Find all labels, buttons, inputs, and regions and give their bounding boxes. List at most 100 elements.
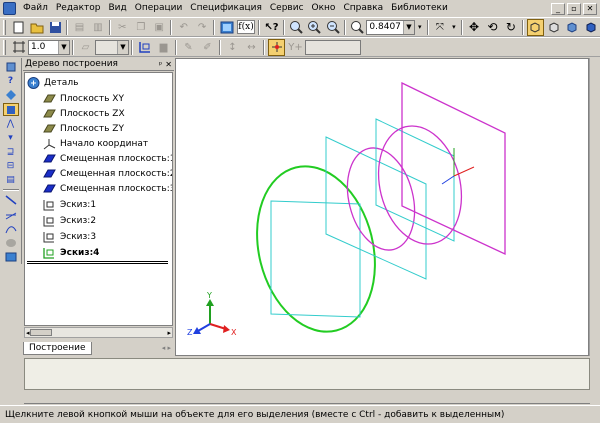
- tree-item-sketch-1[interactable]: Эскиз:1: [43, 197, 96, 212]
- save-icon[interactable]: [47, 19, 63, 36]
- scroll-thumb[interactable]: [29, 329, 52, 336]
- tab-construction[interactable]: Построение: [23, 341, 92, 355]
- menu-operations[interactable]: Операции: [131, 1, 187, 16]
- tree-horizontal-scrollbar[interactable]: ◂ ▸: [24, 327, 173, 338]
- layer-icon[interactable]: ▱: [77, 39, 94, 56]
- spec-icon[interactable]: ⊟: [3, 160, 19, 172]
- pin-icon[interactable]: ᵖ: [159, 60, 162, 69]
- zoom-dropdown-icon[interactable]: ▾: [416, 19, 424, 36]
- tree-item-sketch-3[interactable]: Эскиз:3: [43, 229, 96, 244]
- fx-icon[interactable]: f(x): [236, 20, 256, 34]
- tree-item-plane-xy[interactable]: Плоскость XY: [43, 91, 124, 106]
- menu-service[interactable]: Сервис: [266, 1, 308, 16]
- zoom-combo[interactable]: 0.8407 ▼: [366, 19, 415, 35]
- layer-combo[interactable]: ▼: [95, 39, 129, 55]
- geometry-icon[interactable]: [3, 61, 19, 73]
- sketch-1-square[interactable]: [270, 200, 361, 318]
- refresh-icon[interactable]: ↻: [503, 19, 519, 36]
- reports-icon[interactable]: ▤: [3, 174, 19, 186]
- snap-icon[interactable]: [268, 38, 285, 56]
- chevron-down-icon[interactable]: ▼: [58, 40, 69, 54]
- tree-root[interactable]: Деталь: [27, 75, 78, 90]
- step-combo[interactable]: 1.0 ▼: [28, 39, 70, 55]
- toolbar-grip[interactable]: [3, 39, 6, 55]
- redo-icon[interactable]: ↷: [194, 19, 210, 36]
- coordinate-x-icon[interactable]: ↕: [224, 39, 241, 56]
- print-icon[interactable]: ▤: [71, 19, 87, 36]
- model-drawing[interactable]: [176, 59, 590, 357]
- zoom-scale-icon[interactable]: [349, 19, 365, 36]
- edit-tools-icon[interactable]: [2, 103, 19, 116]
- tree-item-offset-plane-2[interactable]: Смещенная плоскость:2: [43, 166, 172, 181]
- paste-icon[interactable]: ▣: [151, 19, 167, 36]
- coordinates-field[interactable]: [305, 39, 361, 55]
- cut-icon[interactable]: ✂: [114, 19, 130, 36]
- panel-close-icon[interactable]: ✕: [165, 60, 172, 69]
- symbols-icon[interactable]: [3, 89, 19, 101]
- perspective-icon[interactable]: [582, 19, 598, 36]
- coordinates-icon[interactable]: Y+: [287, 39, 304, 56]
- zoom-out-icon[interactable]: [325, 19, 341, 36]
- sketch-mode-icon[interactable]: [136, 39, 153, 56]
- tree-item-origin[interactable]: Начало координат: [43, 136, 148, 151]
- select-icon[interactable]: ⊒: [3, 146, 19, 158]
- dimensions-icon[interactable]: ?: [3, 75, 19, 87]
- chevron-down-icon[interactable]: ▼: [117, 40, 128, 54]
- menu-view[interactable]: Вид: [104, 1, 130, 16]
- preview-icon[interactable]: ▥: [90, 19, 106, 36]
- new-file-icon[interactable]: [10, 19, 26, 36]
- viewport-vertical-scrollbar[interactable]: [589, 58, 600, 356]
- construction-tree[interactable]: Деталь Плоскость XY Плоскость ZX Плоскос…: [24, 72, 173, 326]
- library-icon[interactable]: [3, 251, 19, 263]
- menu-file[interactable]: Файл: [19, 1, 52, 16]
- pan-icon[interactable]: ✥: [466, 19, 482, 36]
- undo-icon[interactable]: ↶: [175, 19, 191, 36]
- rotate-icon[interactable]: ⟲: [484, 19, 500, 36]
- operation-icon[interactable]: ▆: [155, 39, 172, 56]
- tree-item-plane-zx[interactable]: Плоскость ZX: [43, 106, 125, 121]
- scroll-right-icon[interactable]: ▸: [167, 329, 171, 337]
- app-icon[interactable]: [3, 2, 16, 15]
- menu-help[interactable]: Справка: [339, 1, 387, 16]
- auxiliary-line-icon[interactable]: [3, 209, 19, 221]
- menu-specification[interactable]: Спецификация: [186, 1, 266, 16]
- tree-item-sketch-4[interactable]: Эскиз:4: [43, 245, 99, 260]
- menu-editor[interactable]: Редактор: [52, 1, 105, 16]
- tree-item-sketch-2[interactable]: Эскиз:2: [43, 213, 96, 228]
- orientation-dropdown-icon[interactable]: ▾: [450, 19, 458, 36]
- line-tool-icon[interactable]: [3, 194, 19, 206]
- orientation-icon[interactable]: ⤧: [432, 19, 448, 36]
- sketch-3-shape[interactable]: [367, 117, 474, 253]
- wireframe-view-icon[interactable]: [527, 18, 544, 36]
- minimize-button[interactable]: _: [551, 2, 565, 15]
- open-folder-icon[interactable]: [28, 19, 44, 36]
- model-viewport[interactable]: Y X Z: [175, 58, 589, 356]
- help-cursor-icon[interactable]: ↖?: [263, 19, 279, 36]
- zoom-in-icon[interactable]: [306, 19, 322, 36]
- edit-icon[interactable]: ✎: [180, 39, 197, 56]
- tree-item-plane-zy[interactable]: Плоскость ZY: [43, 121, 124, 136]
- menu-libraries[interactable]: Библиотеки: [387, 1, 452, 16]
- spline-icon[interactable]: [3, 223, 19, 235]
- chevron-down-icon[interactable]: ▼: [402, 20, 414, 34]
- variables-icon[interactable]: [218, 19, 234, 36]
- menu-window[interactable]: Окно: [308, 1, 340, 16]
- hidden-lines-icon[interactable]: [546, 19, 562, 36]
- grid-step-icon[interactable]: [10, 39, 27, 56]
- tab-scroll-icon[interactable]: ◂ ▸: [162, 344, 174, 352]
- parameters-icon[interactable]: ✐: [199, 39, 216, 56]
- tree-item-offset-plane-1[interactable]: Смещенная плоскость:1: [43, 151, 172, 166]
- parametrization-icon[interactable]: ⋀: [3, 118, 19, 130]
- tree-item-offset-plane-3[interactable]: Смещенная плоскость:3: [43, 181, 172, 196]
- shaded-view-icon[interactable]: [564, 19, 580, 36]
- coordinate-y-icon[interactable]: ↔: [243, 39, 260, 56]
- restore-button[interactable]: ▫: [567, 2, 581, 15]
- toolbar-grip[interactable]: [3, 19, 6, 35]
- zoom-window-icon[interactable]: [288, 19, 304, 36]
- sketch-1-shape[interactable]: [240, 154, 391, 345]
- fill-tool-icon[interactable]: [3, 237, 19, 249]
- copy-icon[interactable]: ❐: [133, 19, 149, 36]
- property-panel-grip[interactable]: [0, 358, 23, 402]
- measure-icon[interactable]: ▾: [3, 132, 19, 144]
- close-button[interactable]: ✕: [583, 2, 597, 15]
